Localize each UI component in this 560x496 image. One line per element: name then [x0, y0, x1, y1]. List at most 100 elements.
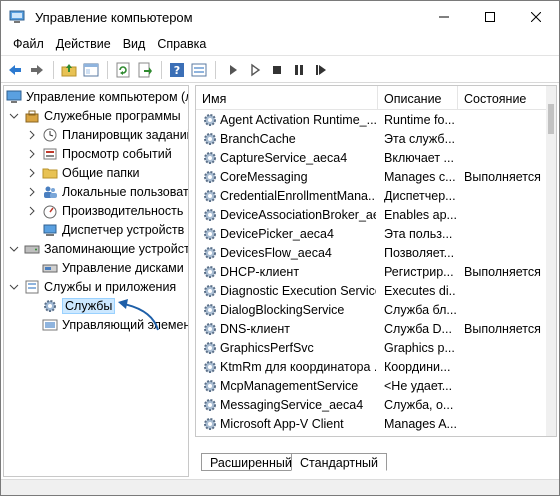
play-alt-icon[interactable] [245, 60, 265, 80]
table-row[interactable]: BranchCache Эта служб... [196, 130, 548, 149]
service-name: Microsoft App-V Client [220, 417, 344, 431]
chevron-down-icon[interactable] [8, 243, 20, 255]
gear-icon [202, 207, 218, 223]
gear-icon [202, 302, 218, 318]
table-row[interactable]: Diagnostic Execution Service Executes di.… [196, 282, 548, 301]
tree-item-label: Общие папки [62, 166, 140, 180]
users-icon [42, 184, 58, 200]
menu-help[interactable]: Справка [151, 33, 212, 55]
service-name: CaptureService_aeca4 [220, 151, 348, 165]
gear-icon [202, 378, 218, 394]
tree-item-performance[interactable]: Производительность [26, 201, 183, 221]
column-status[interactable]: Состояние [458, 86, 548, 110]
service-description: Позволяет... [384, 246, 455, 260]
tab-standard[interactable]: Стандартный [291, 453, 387, 471]
scrollbar-thumb[interactable] [548, 104, 554, 134]
minimize-button[interactable] [421, 1, 467, 33]
tree-item-storage[interactable]: Запоминающие устройст [8, 239, 188, 259]
computer-management-icon [9, 9, 25, 25]
table-row[interactable]: DHCP-клиент Регистрир... Выполняется [196, 263, 548, 282]
tree-item-disk-management[interactable]: Управление дисками [42, 258, 184, 278]
table-row[interactable]: DialogBlockingService Служба бл... [196, 301, 548, 320]
stop-icon[interactable] [267, 60, 287, 80]
table-row[interactable]: DeviceAssociationBroker_ae... Enables ap.… [196, 206, 548, 225]
list-header: Имя Описание Состояние [196, 86, 548, 110]
maximize-button[interactable] [467, 1, 513, 33]
service-name: DevicePicker_aeca4 [220, 227, 334, 241]
tree-item-local-users[interactable]: Локальные пользовате [26, 182, 188, 202]
chevron-down-icon[interactable] [8, 110, 20, 122]
gear-icon [202, 245, 218, 261]
table-row[interactable]: DNS-клиент Служба D... Выполняется [196, 320, 548, 339]
table-row[interactable]: CoreMessaging Manages c... Выполняется [196, 168, 548, 187]
table-row[interactable]: Agent Activation Runtime_... Runtime fo..… [196, 111, 548, 130]
table-row[interactable]: DevicesFlow_aeca4 Позволяет... [196, 244, 548, 263]
service-description: Эта польз... [384, 227, 453, 241]
tree-item-device-manager[interactable]: Диспетчер устройств [42, 220, 184, 240]
table-row[interactable]: DevicePicker_aeca4 Эта польз... [196, 225, 548, 244]
menu-view[interactable]: Вид [117, 33, 152, 55]
service-description: <Не удает... [384, 379, 453, 393]
tree-item-system-tools[interactable]: Служебные программы [8, 106, 181, 126]
vertical-scrollbar[interactable] [546, 86, 556, 436]
show-tree-icon[interactable] [81, 60, 101, 80]
gear-icon [42, 298, 58, 314]
tab-extended[interactable]: Расширенный [201, 453, 301, 471]
table-row[interactable]: McpManagementService <Не удает... [196, 377, 548, 396]
chevron-down-icon[interactable] [8, 281, 20, 293]
tree-item-task-scheduler[interactable]: Планировщик заданий [26, 125, 189, 145]
computer-management-window: Управление компьютером Файл Действие Вид… [0, 0, 560, 496]
service-name: GraphicsPerfSvc [220, 341, 314, 355]
help-icon[interactable]: ? [167, 60, 187, 80]
table-row[interactable]: KtmRm для координатора ... Координи... [196, 358, 548, 377]
service-status: Выполняется [464, 322, 541, 336]
chevron-right-icon[interactable] [26, 167, 38, 179]
service-status: Выполняется [464, 265, 541, 279]
refresh-icon[interactable] [113, 60, 133, 80]
navigation-tree: Управление компьютером (л Служебные прог… [3, 85, 189, 477]
gear-icon [202, 131, 218, 147]
table-row[interactable]: Microsoft App-V Client Manages A... [196, 415, 548, 434]
service-description: Graphics p... [384, 341, 455, 355]
gear-icon [202, 321, 218, 337]
table-row[interactable]: MessagingService_aeca4 Служба, о... [196, 396, 548, 415]
tree-item-services[interactable]: Службы [42, 296, 116, 316]
table-row[interactable]: CaptureService_aeca4 Включает ... [196, 149, 548, 168]
column-description[interactable]: Описание [378, 86, 458, 110]
chevron-right-icon[interactable] [26, 186, 38, 198]
table-row[interactable]: GraphicsPerfSvc Graphics p... [196, 339, 548, 358]
service-status: Выполняется [464, 170, 541, 184]
menu-file[interactable]: Файл [7, 33, 50, 55]
service-description: Manages c... [384, 170, 456, 184]
chevron-right-icon[interactable] [26, 148, 38, 160]
services-apps-icon [24, 279, 40, 295]
chevron-right-icon[interactable] [26, 205, 38, 217]
service-name: CoreMessaging [220, 170, 308, 184]
forward-icon[interactable] [27, 60, 47, 80]
tree-item-event-viewer[interactable]: Просмотр событий [26, 144, 172, 164]
svg-text:?: ? [174, 64, 180, 77]
tree-item-label: Службы [62, 298, 116, 314]
table-row[interactable]: CredentialEnrollmentMana... Диспетчер... [196, 187, 548, 206]
tools-icon [24, 108, 40, 124]
pause-icon[interactable] [289, 60, 309, 80]
up-folder-icon[interactable] [59, 60, 79, 80]
properties-icon[interactable] [189, 60, 209, 80]
export-icon[interactable] [135, 60, 155, 80]
tree-item-label: Планировщик заданий [62, 128, 189, 142]
close-button[interactable] [513, 1, 559, 33]
chevron-right-icon[interactable] [26, 129, 38, 141]
back-icon[interactable] [5, 60, 25, 80]
service-name: DevicesFlow_aeca4 [220, 246, 332, 260]
menu-action[interactable]: Действие [50, 33, 117, 55]
wmi-icon [42, 317, 58, 333]
tree-item-root[interactable]: Управление компьютером (л [6, 87, 188, 107]
restart-icon[interactable] [311, 60, 331, 80]
column-name[interactable]: Имя [196, 86, 378, 110]
service-description: Runtime fo... [384, 113, 455, 127]
play-icon[interactable] [223, 60, 243, 80]
tree-item-shared-folders[interactable]: Общие папки [26, 163, 140, 183]
tree-item-label: Просмотр событий [62, 147, 172, 161]
shared-folder-icon [42, 165, 58, 181]
gear-icon [202, 397, 218, 413]
